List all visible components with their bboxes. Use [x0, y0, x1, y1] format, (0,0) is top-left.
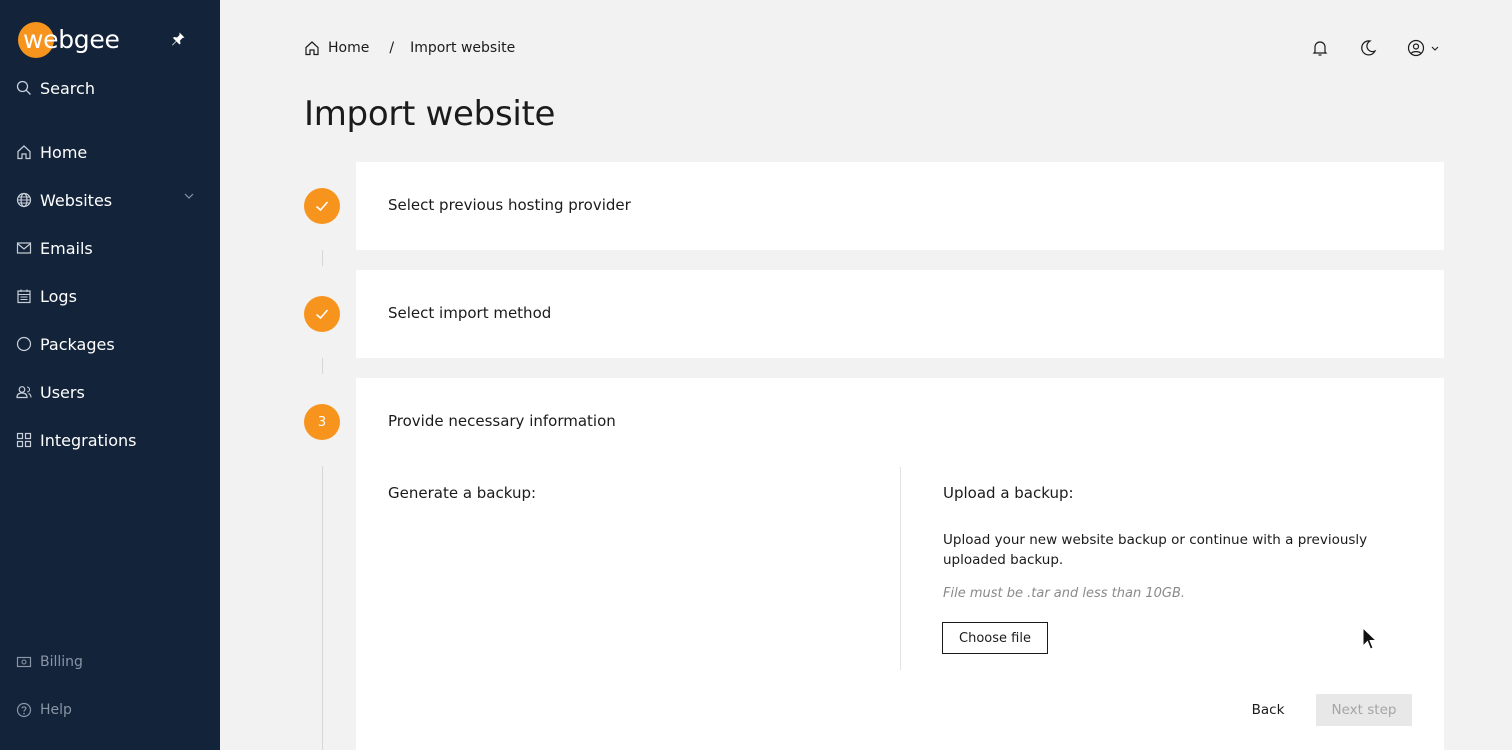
home-icon: [17, 145, 31, 160]
moon-icon[interactable]: [1358, 38, 1378, 58]
sidebar-item-label: Packages: [40, 334, 115, 354]
step-2-card[interactable]: Select import method: [356, 270, 1444, 358]
sidebar-item-label: Help: [40, 702, 72, 718]
sidebar: webgee Search Home Websites Emails Logs …: [0, 0, 220, 750]
billing-icon: [16, 656, 32, 668]
step-3-title: Provide necessary information: [388, 412, 616, 430]
globe-icon: [16, 192, 32, 208]
step-3-card: Provide necessary information Generate a…: [356, 378, 1444, 750]
sidebar-item-label: Home: [40, 142, 88, 162]
sidebar-item-label: Emails: [40, 238, 93, 258]
home-icon: [305, 41, 319, 56]
sidebar-bottom-nav: Billing Help: [0, 638, 220, 734]
step-1-title: Select previous hosting provider: [388, 196, 631, 214]
grid-icon: [16, 432, 32, 448]
step-2-marker: [304, 296, 340, 332]
sidebar-item-label: Users: [40, 382, 85, 402]
upload-description: Upload your new website backup or contin…: [943, 532, 1368, 568]
step-connector: [322, 358, 323, 374]
sidebar-item-label: Websites: [40, 190, 113, 210]
upload-backup-title: Upload a backup:: [943, 484, 1074, 502]
account-menu[interactable]: [1406, 38, 1442, 58]
next-step-button[interactable]: Next step: [1316, 694, 1412, 726]
breadcrumb-current: Import website: [410, 40, 516, 56]
chevron-down-icon: [1431, 46, 1439, 51]
calendar-icon: [17, 289, 31, 304]
breadcrumb-home-label: Home: [328, 40, 370, 56]
sidebar-item-help[interactable]: Help: [0, 686, 220, 734]
logo[interactable]: webgee: [18, 21, 120, 59]
file-hint: File must be .tar and less than 10GB.: [943, 586, 1186, 601]
step-1-card[interactable]: Select previous hosting provider: [356, 162, 1444, 250]
breadcrumb: Home / Import website: [304, 38, 515, 58]
check-icon: [315, 201, 329, 212]
sidebar-item-packages[interactable]: Packages: [0, 320, 220, 368]
user-circle-icon: [1407, 39, 1425, 57]
help-icon: [16, 702, 32, 718]
back-button[interactable]: Back: [1236, 694, 1300, 726]
chevron-down-icon: [184, 193, 194, 199]
sidebar-search[interactable]: Search: [16, 76, 95, 100]
step-connector: [322, 250, 323, 266]
step-3-marker: 3: [304, 404, 340, 440]
pin-icon[interactable]: [170, 31, 186, 47]
sidebar-item-logs[interactable]: Logs: [0, 272, 220, 320]
breadcrumb-home[interactable]: Home: [304, 40, 369, 56]
sidebar-item-emails[interactable]: Emails: [0, 224, 220, 272]
logo-text: webgee: [23, 25, 120, 54]
page-title: Import website: [304, 94, 556, 134]
users-icon: [16, 386, 32, 399]
sidebar-item-label: Integrations: [40, 430, 137, 450]
sidebar-nav: Home Websites Emails Logs Packages Users…: [0, 128, 220, 464]
search-label: Search: [40, 78, 95, 98]
sidebar-item-billing[interactable]: Billing: [0, 638, 220, 686]
step-2-title: Select import method: [388, 304, 552, 322]
sidebar-item-integrations[interactable]: Integrations: [0, 416, 220, 464]
sidebar-item-home[interactable]: Home: [0, 128, 220, 176]
check-icon: [315, 309, 329, 320]
breadcrumb-separator: /: [389, 40, 395, 56]
choose-file-button[interactable]: Choose file: [942, 622, 1048, 654]
search-icon: [16, 80, 31, 95]
circle-icon: [16, 336, 32, 352]
sidebar-item-users[interactable]: Users: [0, 368, 220, 416]
sidebar-item-websites[interactable]: Websites: [0, 176, 220, 224]
generate-backup-title: Generate a backup:: [388, 484, 537, 502]
mail-icon: [16, 242, 32, 254]
sidebar-item-label: Billing: [40, 654, 83, 670]
step-connector: [322, 466, 323, 750]
mouse-cursor-icon: [1362, 627, 1378, 650]
column-divider: [900, 467, 901, 670]
bell-icon[interactable]: [1310, 38, 1330, 58]
step-1-marker: [304, 188, 340, 224]
sidebar-item-label: Logs: [40, 286, 77, 306]
